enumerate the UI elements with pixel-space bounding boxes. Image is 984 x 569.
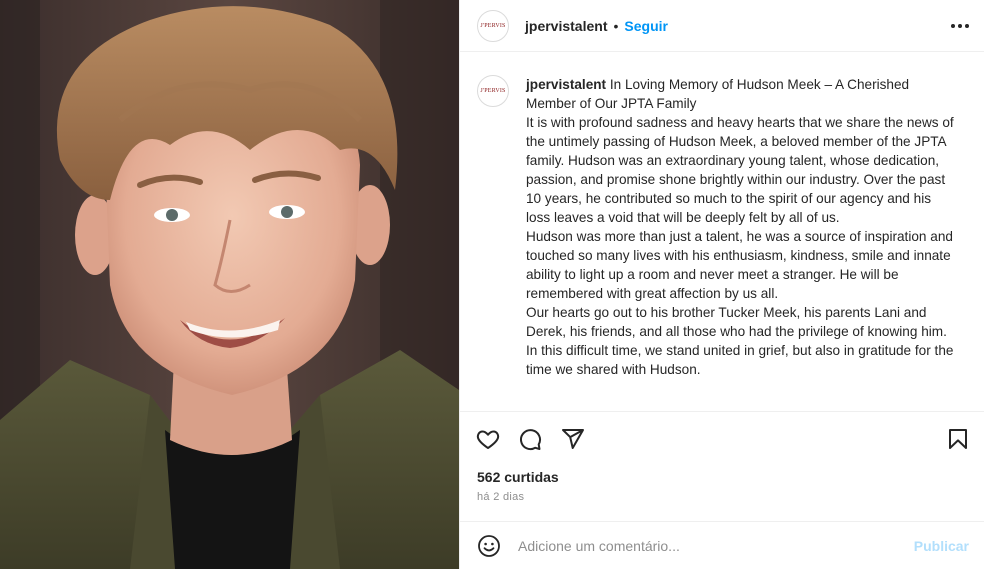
bookmark-icon[interactable] bbox=[945, 426, 971, 452]
caption-line-3: Hudson was more than just a talent, he w… bbox=[526, 229, 953, 301]
caption-line-2: It is with profound sadness and heavy he… bbox=[526, 115, 954, 225]
emoji-icon[interactable] bbox=[476, 533, 502, 559]
post-header: J'PERVIS jpervistalent • Seguir bbox=[460, 0, 984, 52]
action-bar bbox=[460, 411, 984, 467]
header-username[interactable]: jpervistalent bbox=[525, 18, 607, 34]
caption-line-1: jpervistalent In Loving Memory of Hudson… bbox=[526, 75, 956, 113]
share-icon[interactable] bbox=[560, 426, 586, 452]
caption-logo-text: J'PERVIS bbox=[480, 88, 506, 94]
header-separator: • bbox=[613, 17, 619, 34]
likes-count[interactable]: 562 curtidas bbox=[477, 469, 559, 485]
post-timestamp[interactable]: há 2 dias bbox=[477, 491, 524, 503]
instagram-post-modal: J'PERVIS jpervistalent • Seguir J'PERVIS… bbox=[0, 0, 984, 569]
caption-line-4: Our hearts go out to his brother Tucker … bbox=[526, 305, 954, 377]
comment-bar: Publicar bbox=[460, 521, 984, 569]
follow-button[interactable]: Seguir bbox=[624, 18, 668, 34]
caption-username[interactable]: jpervistalent bbox=[526, 77, 606, 92]
caption-section: J'PERVIS jpervistalent In Loving Memory … bbox=[460, 53, 984, 411]
post-caption: jpervistalent In Loving Memory of Hudson… bbox=[526, 75, 956, 411]
caption-avatar[interactable]: J'PERVIS bbox=[477, 75, 509, 107]
portrait-photo bbox=[0, 0, 459, 569]
publish-button[interactable]: Publicar bbox=[914, 538, 969, 554]
more-options-icon[interactable] bbox=[951, 17, 969, 35]
comment-input[interactable] bbox=[518, 537, 898, 554]
profile-logo-text: J'PERVIS bbox=[480, 22, 506, 29]
profile-avatar[interactable]: J'PERVIS bbox=[477, 9, 509, 42]
post-photo[interactable] bbox=[0, 0, 459, 569]
heart-icon[interactable] bbox=[475, 426, 501, 452]
comment-icon[interactable] bbox=[517, 426, 543, 452]
post-side-panel: J'PERVIS jpervistalent • Seguir J'PERVIS… bbox=[459, 0, 984, 569]
